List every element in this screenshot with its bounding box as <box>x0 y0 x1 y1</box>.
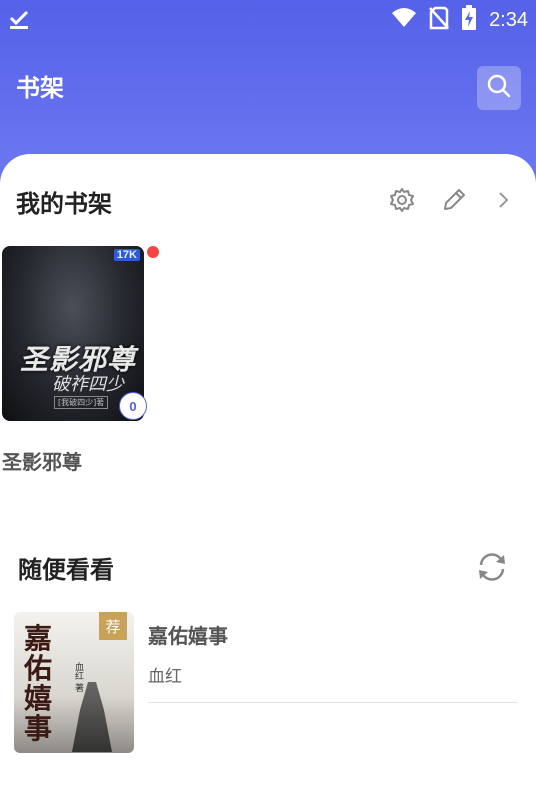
search-button[interactable] <box>477 66 521 110</box>
cover-logo: 17K <box>113 249 140 261</box>
cover-art-title: 嘉佑嬉事 <box>24 622 53 745</box>
recommendation-author: 血红 <box>148 667 182 687</box>
refresh-button[interactable] <box>472 549 512 589</box>
recommend-tag: 荐 <box>99 612 127 640</box>
clock-time: 2:34 <box>489 8 528 31</box>
update-count-badge: 0 <box>119 392 147 420</box>
recommendation-cover: 嘉佑嬉事 血红 著 荐 <box>14 612 134 753</box>
edit-button[interactable] <box>438 186 470 218</box>
settings-button[interactable] <box>386 186 418 218</box>
cover-figure <box>72 682 112 752</box>
pencil-icon <box>441 187 467 217</box>
page-title: 书架 <box>16 74 64 102</box>
battery-charging-icon <box>461 5 477 35</box>
chevron-right-icon <box>497 190 511 214</box>
book-title[interactable]: 圣影邪尊 <box>2 446 82 475</box>
browse-title: 随便看看 <box>18 556 114 584</box>
bookshelf-title: 我的书架 <box>16 190 112 218</box>
unread-dot <box>147 246 159 258</box>
search-icon <box>486 73 512 103</box>
divider <box>148 702 518 703</box>
cover-author: 血红 著 <box>73 662 83 692</box>
refresh-icon <box>475 550 509 588</box>
more-button[interactable] <box>492 188 516 216</box>
cover-author: [我破四少]著 <box>54 396 109 409</box>
recommendation-item[interactable]: 嘉佑嬉事 血红 著 荐 嘉佑嬉事 血红 <box>14 612 520 754</box>
no-sim-icon <box>429 6 449 34</box>
wifi-icon <box>391 7 417 33</box>
cover-art-subtitle: 破祚四少 <box>52 374 124 395</box>
download-done-icon <box>8 8 30 34</box>
gear-icon <box>389 187 415 217</box>
status-bar: 2:34 <box>0 0 536 40</box>
recommendation-title: 嘉佑嬉事 <box>148 624 228 648</box>
main-content: 我的书架 17K 圣影邪尊 破祚四少 [我破四少]著 0 圣影邪尊 随便看看 嘉… <box>0 154 536 787</box>
